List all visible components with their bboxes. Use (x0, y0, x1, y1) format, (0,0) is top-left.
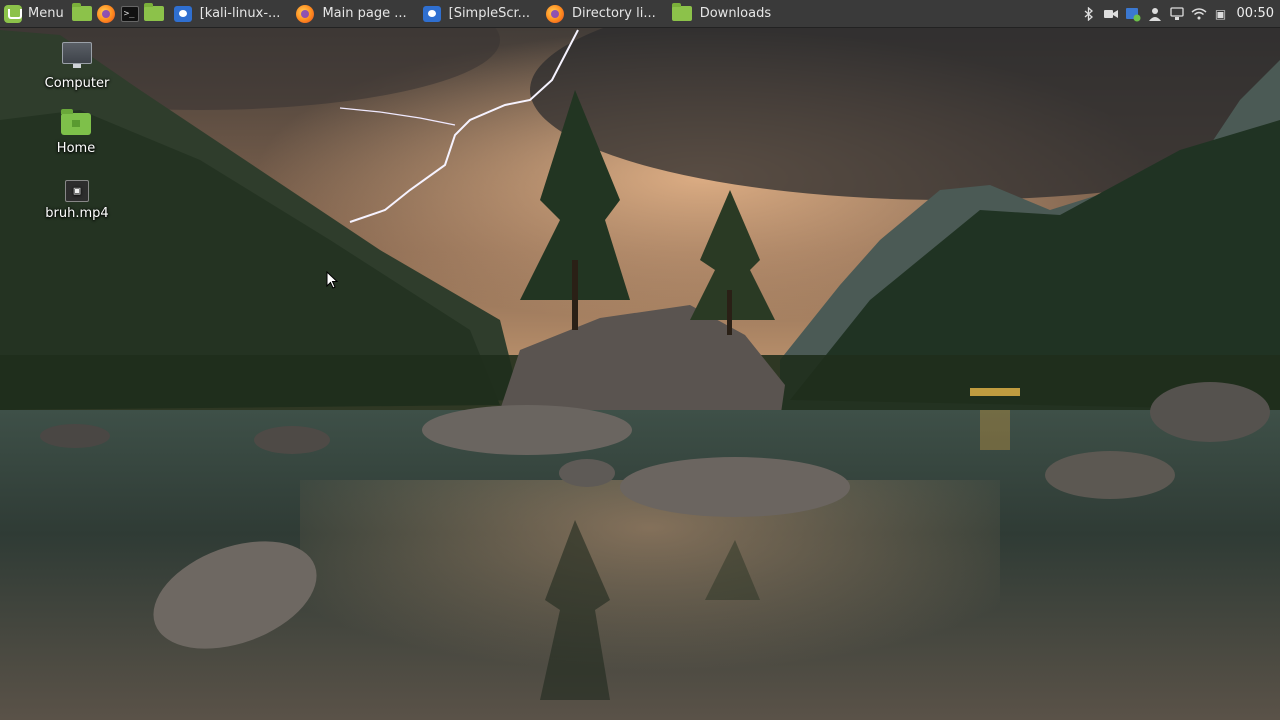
menu-button[interactable]: Menu (0, 0, 70, 27)
camera-icon[interactable] (1103, 6, 1119, 22)
firefox-icon (96, 4, 115, 23)
desktop-wallpaper (0, 0, 1280, 720)
firefox-icon (546, 4, 565, 23)
desktop-icon-home[interactable]: Home (36, 109, 116, 156)
folder-icon (143, 3, 164, 21)
taskbar-item-main-page[interactable]: Main page ... (288, 0, 414, 27)
clock[interactable]: 00:50 (1235, 6, 1274, 21)
launcher-terminal[interactable]: >_ (118, 0, 142, 27)
mouse-pointer-icon (326, 271, 338, 289)
folder-icon (671, 3, 692, 21)
taskbar-item-downloads[interactable]: Downloads (664, 0, 783, 27)
taskbar-item-label: [kali-linux-... (199, 6, 281, 21)
user-icon[interactable] (1147, 6, 1163, 22)
terminal-icon: >_ (120, 5, 139, 22)
wifi-icon[interactable] (1191, 6, 1207, 22)
desktop-icon-label: Home (56, 141, 96, 156)
desktop-icon-label: Computer (44, 76, 110, 91)
system-tray: ▣ 00:50 (1081, 0, 1280, 27)
taskbar-item-directory-listing[interactable]: Directory li... (538, 0, 664, 27)
taskbar-item-label: Directory li... (572, 6, 656, 21)
screenshot-app-icon (173, 5, 192, 22)
desktop-icon-computer[interactable]: Computer (37, 42, 117, 91)
screenshot-app-icon (422, 5, 441, 22)
desktop-icon-label: bruh.mp4 (45, 206, 109, 221)
taskbar-item-simplescreenrecorder[interactable]: [SimpleScr... (415, 0, 538, 27)
linux-mint-logo-icon (4, 4, 22, 23)
launcher-files[interactable] (70, 0, 94, 27)
firefox-icon (296, 4, 315, 23)
bluetooth-icon[interactable] (1081, 6, 1097, 22)
network-icon[interactable] (1169, 6, 1185, 22)
launcher-firefox[interactable] (94, 0, 118, 27)
menu-label: Menu (28, 6, 64, 21)
home-folder-icon (61, 109, 91, 135)
top-panel: Menu >_ [kali-linux-... Main page ... [S… (0, 0, 1280, 28)
video-file-icon: ▣ (65, 180, 89, 202)
taskbar-item-label: [SimpleScr... (448, 6, 531, 21)
folder-icon (71, 3, 92, 21)
computer-icon (62, 42, 92, 68)
taskbar-item-label: Main page ... (322, 6, 407, 21)
taskbar-item-label: Downloads (699, 6, 772, 21)
update-manager-icon[interactable] (1125, 6, 1141, 22)
desktop-icon-bruh-mp4[interactable]: ▣ bruh.mp4 (37, 180, 117, 221)
battery-icon[interactable]: ▣ (1213, 6, 1229, 22)
launcher-folder[interactable] (142, 0, 166, 27)
taskbar-item-kali-linux[interactable]: [kali-linux-... (166, 0, 289, 27)
